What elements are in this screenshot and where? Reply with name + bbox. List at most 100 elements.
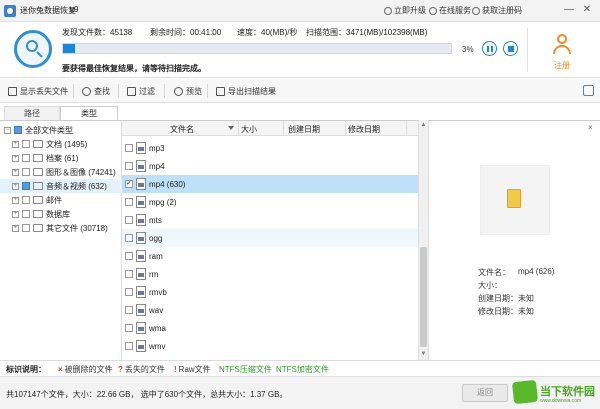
scroll-down-icon[interactable]: ▼ (419, 350, 428, 359)
online-service-label: 在线服务 (439, 6, 471, 15)
tab-path[interactable]: 路径 (4, 106, 60, 120)
show-lost-files-button[interactable]: 显示丢失文件 (8, 86, 68, 97)
collapse-icon[interactable]: − (4, 126, 11, 134)
row-checkbox[interactable] (125, 342, 133, 350)
media-file-icon (136, 250, 146, 262)
stop-button[interactable] (503, 41, 518, 56)
pause-button[interactable] (482, 41, 497, 56)
row-checkbox[interactable] (125, 198, 133, 206)
expand-icon[interactable]: + (12, 140, 19, 148)
column-filename[interactable]: 文件名 (170, 124, 194, 135)
search-icon (82, 87, 91, 96)
row-checkbox[interactable] (125, 288, 133, 296)
magnifier-icon (26, 40, 38, 52)
row-checkbox[interactable] (125, 270, 133, 278)
legend-lost: ? 丢失的文件 (118, 365, 165, 374)
preview-modified-value: 未知 (518, 307, 534, 316)
tree-checkbox[interactable] (22, 196, 30, 204)
tree-item-mail[interactable]: + 邮件 (0, 193, 122, 207)
column-separator (406, 121, 407, 135)
column-modified[interactable]: 修改日期 (348, 124, 380, 135)
progress-percent: 3% (462, 45, 474, 54)
app-logo-icon (4, 5, 16, 17)
tree-checkbox[interactable] (22, 182, 30, 190)
export-icon (216, 87, 225, 96)
file-row[interactable]: ram (122, 247, 418, 265)
file-row[interactable]: mp3 (122, 139, 418, 157)
file-thumbnail-icon (507, 189, 521, 208)
file-row[interactable]: rmvb (122, 283, 418, 301)
file-row[interactable]: mts (122, 211, 418, 229)
tab-type[interactable]: 类型 (60, 106, 118, 120)
progress-bar (62, 43, 452, 54)
column-separator (283, 121, 284, 135)
upgrade-link[interactable]: 立即升级 (384, 5, 426, 16)
filter-button[interactable]: 过滤 (127, 86, 155, 97)
register-button[interactable]: 注册 (554, 60, 570, 71)
file-row[interactable]: rm (122, 265, 418, 283)
tree-item-archives[interactable]: + 档案 (61) (0, 151, 122, 165)
tree-item-audio-video[interactable]: + 音频＆视频 (632) (0, 179, 122, 193)
sort-icon[interactable] (228, 126, 234, 130)
row-checkbox[interactable] (125, 306, 133, 314)
row-checkbox[interactable] (125, 162, 133, 170)
preview-close-icon[interactable]: × (588, 123, 593, 132)
divider (527, 28, 528, 72)
file-row[interactable]: mpg (2) (122, 193, 418, 211)
scrollbar-thumb[interactable] (420, 247, 427, 347)
column-created[interactable]: 创建日期 (288, 124, 320, 135)
tree-checkbox[interactable] (22, 210, 30, 218)
tree-item-other[interactable]: + 其它文件 (30718) (0, 221, 122, 235)
row-checkbox[interactable] (125, 252, 133, 260)
back-button[interactable]: 返回 (462, 384, 508, 402)
expand-icon[interactable]: + (12, 224, 19, 232)
tree-checkbox[interactable] (14, 126, 22, 134)
tree-checkbox[interactable] (22, 154, 30, 162)
file-row[interactable]: wmv (122, 337, 418, 355)
tree-item-documents[interactable]: + 文档 (1495) (0, 137, 122, 151)
export-results-button[interactable]: 导出扫描结果 (216, 86, 276, 97)
expand-icon[interactable]: + (12, 196, 19, 204)
tree-checkbox[interactable] (22, 224, 30, 232)
row-checkbox[interactable] (125, 234, 133, 242)
file-row[interactable]: wav (122, 301, 418, 319)
get-code-link[interactable]: 获取注册码 (472, 5, 522, 16)
media-file-icon (136, 232, 146, 244)
close-button[interactable]: ✕ (580, 3, 594, 17)
column-separator (238, 121, 239, 135)
database-icon (33, 210, 43, 218)
expand-icon[interactable]: + (12, 168, 19, 176)
row-checkbox[interactable] (125, 144, 133, 152)
preview-panel (428, 120, 600, 360)
tree-root[interactable]: − 全部文件类型 (0, 123, 122, 137)
file-row[interactable]: ✓ mp4 (630) (122, 175, 418, 193)
file-icon (8, 87, 17, 96)
file-row[interactable]: ogg (122, 229, 418, 247)
file-row[interactable]: wma (122, 319, 418, 337)
user-icon[interactable] (557, 34, 567, 44)
online-service-link[interactable]: 在线服务 (429, 5, 471, 16)
legend-ntfs-encrypted: NTFS加密文件 (276, 365, 329, 374)
row-checkbox[interactable] (125, 324, 133, 332)
column-size[interactable]: 大小 (241, 124, 257, 135)
media-file-icon (136, 214, 146, 226)
file-row[interactable]: mp4 (122, 157, 418, 175)
document-icon (33, 140, 43, 148)
tree-item-database[interactable]: + 数据库 (0, 207, 122, 221)
expand-icon[interactable]: + (12, 210, 19, 218)
fullscreen-icon[interactable] (583, 85, 594, 96)
row-checkbox[interactable]: ✓ (125, 180, 133, 188)
tree-checkbox[interactable] (22, 168, 30, 176)
tree-item-images[interactable]: + 图形＆图像 (74241) (0, 165, 122, 179)
remaining-time: 剩余时间：00:41:00 (150, 28, 222, 37)
row-checkbox[interactable] (125, 216, 133, 224)
expand-icon[interactable]: + (12, 154, 19, 162)
preview-filename-value: mp4 (626) (518, 267, 555, 276)
scroll-up-icon[interactable]: ▲ (419, 121, 428, 130)
key-icon (472, 6, 480, 15)
minimize-button[interactable]: — (562, 3, 576, 17)
expand-icon[interactable]: + (12, 182, 19, 190)
preview-button[interactable]: 预览 (174, 86, 202, 97)
find-button[interactable]: 查找 (82, 86, 110, 97)
tree-checkbox[interactable] (22, 140, 30, 148)
